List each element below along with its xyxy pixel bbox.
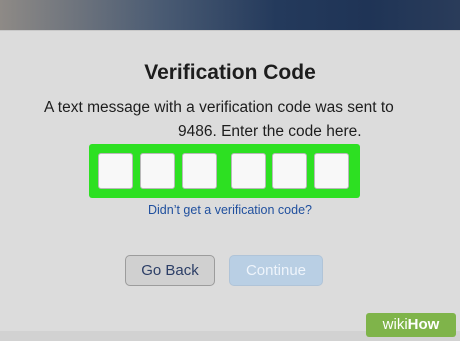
dialog-message: A text message with a verification code …: [44, 96, 424, 144]
code-digit-5[interactable]: [272, 153, 307, 189]
code-digit-2[interactable]: [140, 153, 175, 189]
code-digit-3[interactable]: [182, 153, 217, 189]
continue-button[interactable]: Continue: [229, 255, 323, 286]
message-line-2: 9486. Enter the code here.: [178, 123, 362, 140]
dialog-title: Verification Code: [144, 61, 316, 84]
watermark-how: How: [407, 316, 440, 333]
screen: Verification Code A text message with a …: [0, 0, 460, 341]
background-window-strip: [0, 0, 460, 30]
wikihow-watermark: wikiHow: [366, 313, 456, 337]
code-digit-4[interactable]: [231, 153, 266, 189]
watermark-wiki: wiki: [382, 316, 408, 333]
message-line-1: A text message with a verification code …: [44, 99, 394, 116]
code-digit-6[interactable]: [314, 153, 349, 189]
go-back-button[interactable]: Go Back: [125, 255, 215, 286]
resend-code-link[interactable]: Didn’t get a verification code?: [0, 203, 460, 217]
verification-dialog: Verification Code A text message with a …: [0, 30, 460, 341]
code-digit-1[interactable]: [98, 153, 133, 189]
